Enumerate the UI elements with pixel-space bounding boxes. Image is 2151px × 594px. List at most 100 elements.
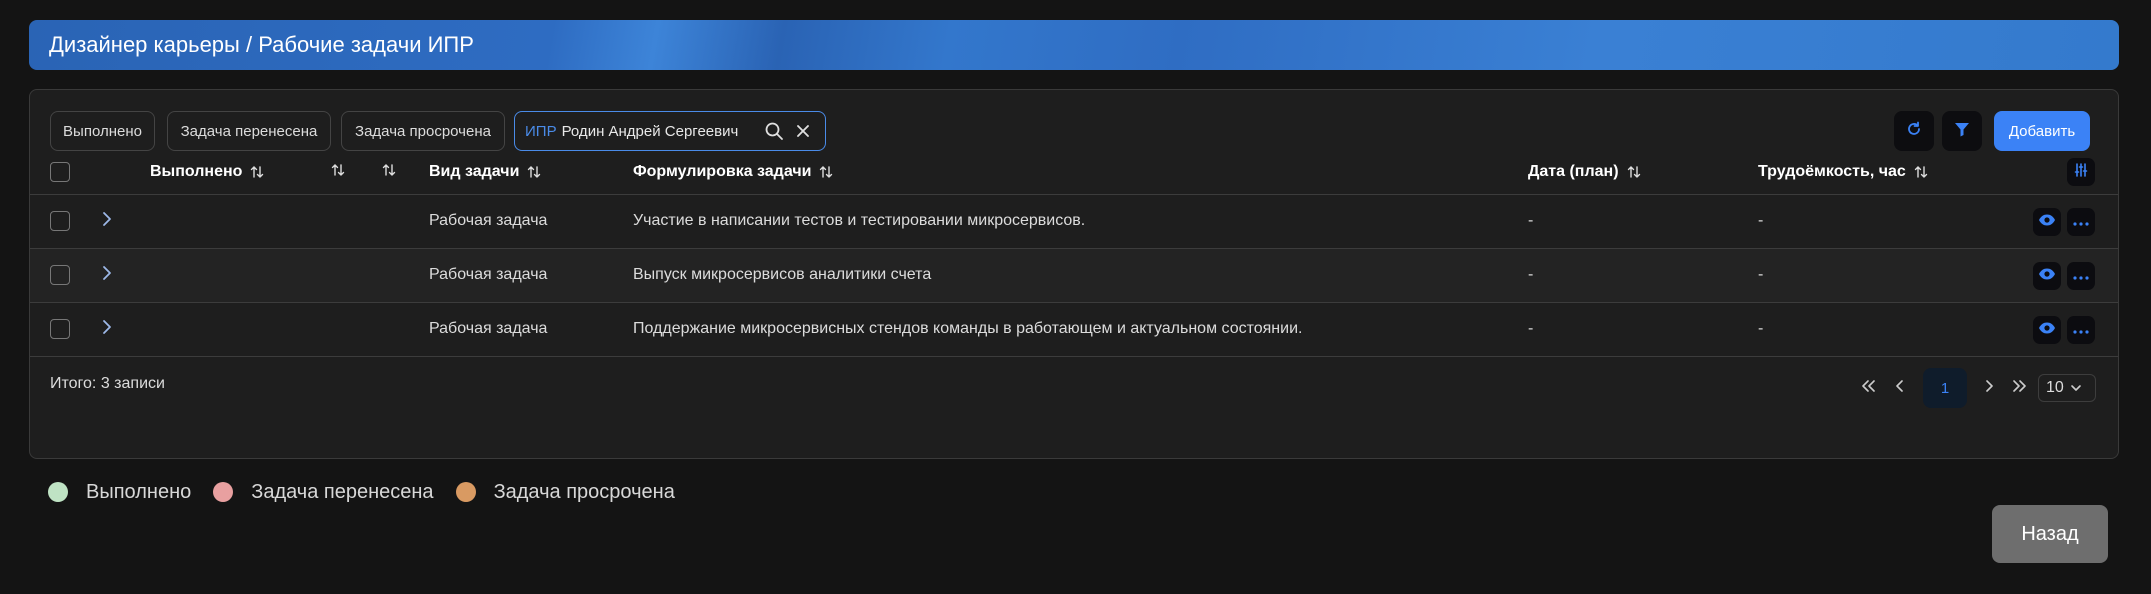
sort-icon[interactable] <box>819 165 833 179</box>
column-done[interactable]: Выполнено <box>150 163 264 181</box>
legend-item-postponed: Задача перенесена <box>213 480 434 504</box>
legend-item-done: Выполнено <box>48 481 191 504</box>
filter-button[interactable] <box>1942 111 1982 151</box>
first-page-button[interactable] <box>1856 368 1880 408</box>
legend-label-postponed: Задача перенесена <box>251 480 434 503</box>
status-legend: Выполнено Задача перенесена Задача проср… <box>48 480 697 504</box>
add-button[interactable]: Добавить <box>1994 111 2090 151</box>
toolbar: Выполнено Задача перенесена Задача проср… <box>50 111 2090 151</box>
legend-label-done: Выполнено <box>86 480 192 503</box>
columns-settings-icon <box>2073 162 2089 183</box>
eye-icon <box>2038 267 2056 286</box>
prev-page-button[interactable] <box>1890 368 1910 408</box>
view-button[interactable] <box>2033 262 2061 290</box>
sort-icon[interactable] <box>331 163 345 177</box>
column-type-label: Вид задачи <box>429 163 520 180</box>
ipr-filter[interactable]: ИПР Родин Андрей Сергеевич <box>514 111 826 151</box>
cell-wording: Участие в написании тестов и тестировани… <box>633 212 1086 229</box>
cell-effort: - <box>1758 320 1764 337</box>
next-page-button[interactable] <box>1979 368 1999 408</box>
sort-icon[interactable] <box>250 165 264 179</box>
sort-icon[interactable] <box>382 163 396 177</box>
more-button[interactable] <box>2067 208 2095 236</box>
cell-type: Рабочая задача <box>429 212 548 229</box>
cell-wording: Поддержание микросервисных стендов коман… <box>633 320 1303 337</box>
ipr-filter-key: ИПР <box>525 122 557 140</box>
view-button[interactable] <box>2033 208 2061 236</box>
filter-icon <box>1953 120 1971 143</box>
page-header: Дизайнер карьеры / Рабочие задачи ИПР <box>29 20 2119 70</box>
legend-item-overdue: Задача просрочена <box>455 480 675 504</box>
view-button[interactable] <box>2033 316 2061 344</box>
more-icon <box>2073 213 2089 231</box>
sort-icon[interactable] <box>1627 165 1641 179</box>
chip-overdue[interactable]: Задача просрочена <box>341 111 505 151</box>
cell-date: - <box>1528 212 1534 229</box>
cell-type: Рабочая задача <box>429 266 548 283</box>
refresh-icon <box>1905 120 1923 143</box>
chevron-right-icon[interactable] <box>99 317 115 337</box>
legend-dot-done <box>48 482 68 502</box>
total-count: Итого: 3 записи <box>50 375 165 392</box>
chevron-right-icon <box>1984 379 1994 398</box>
back-button[interactable]: Назад <box>1992 505 2108 563</box>
column-date-label: Дата (план) <box>1528 163 1619 180</box>
cell-wording: Выпуск микросервисов аналитики счета <box>633 266 932 283</box>
legend-label-overdue: Задача просрочена <box>493 480 675 503</box>
column-wording[interactable]: Формулировка задачи <box>633 163 833 181</box>
chip-postponed-label: Задача перенесена <box>180 122 318 140</box>
search-icon[interactable] <box>763 120 785 142</box>
eye-icon <box>2038 213 2056 232</box>
more-button[interactable] <box>2067 316 2095 344</box>
more-icon <box>2073 267 2089 285</box>
legend-dot-overdue <box>455 482 476 502</box>
chevron-right-icon[interactable] <box>99 209 115 229</box>
column-type[interactable]: Вид задачи <box>429 163 541 181</box>
close-icon[interactable] <box>792 120 814 142</box>
sort-icon[interactable] <box>527 165 541 179</box>
chevrons-right-icon <box>2012 379 2028 398</box>
page-size-value: 10 <box>2046 379 2064 396</box>
table-row[interactable]: Рабочая задача Поддержание микросервисны… <box>30 303 2118 357</box>
table-header: Выполнено Вид задачи Формулировка задачи… <box>30 150 2118 195</box>
last-page-button[interactable] <box>2008 368 2032 408</box>
select-all-checkbox[interactable] <box>50 162 70 182</box>
chevron-left-icon <box>1895 379 1905 398</box>
page-button-current[interactable]: 1 <box>1923 368 1967 408</box>
column-date[interactable]: Дата (план) <box>1528 163 1641 181</box>
row-checkbox[interactable] <box>50 211 70 231</box>
cell-type: Рабочая задача <box>429 320 548 337</box>
table-row[interactable]: Рабочая задача Выпуск микросервисов анал… <box>30 249 2118 303</box>
table-row[interactable]: Рабочая задача Участие в написании тесто… <box>30 195 2118 249</box>
chip-done-label: Выполнено <box>63 122 142 140</box>
cell-effort: - <box>1758 266 1764 283</box>
column-wording-label: Формулировка задачи <box>633 163 812 180</box>
chevron-right-icon[interactable] <box>99 263 115 283</box>
column-done-label: Выполнено <box>150 163 243 180</box>
row-checkbox[interactable] <box>50 319 70 339</box>
chip-overdue-label: Задача просрочена <box>355 122 491 140</box>
legend-dot-postponed <box>213 482 234 502</box>
columns-settings-button[interactable] <box>2067 158 2095 186</box>
column-effort[interactable]: Трудоёмкость, час <box>1758 163 1928 181</box>
cell-date: - <box>1528 266 1534 283</box>
table-footer: Итого: 3 записи 1 10 <box>30 353 2118 459</box>
cell-date: - <box>1528 320 1534 337</box>
chip-done[interactable]: Выполнено <box>50 111 155 151</box>
column-unnamed-2[interactable] <box>382 163 396 177</box>
chip-postponed[interactable]: Задача перенесена <box>167 111 331 151</box>
cell-effort: - <box>1758 212 1764 229</box>
refresh-button[interactable] <box>1894 111 1934 151</box>
row-checkbox[interactable] <box>50 265 70 285</box>
eye-icon <box>2038 321 2056 340</box>
tasks-panel: Выполнено Задача перенесена Задача проср… <box>29 89 2119 459</box>
more-icon <box>2073 321 2089 339</box>
page-size-select[interactable]: 10 <box>2038 374 2096 402</box>
page-title: Дизайнер карьеры / Рабочие задачи ИПР <box>49 32 474 57</box>
ipr-filter-value: Родин Андрей Сергеевич <box>561 122 739 140</box>
column-effort-label: Трудоёмкость, час <box>1758 163 1906 180</box>
more-button[interactable] <box>2067 262 2095 290</box>
sort-icon[interactable] <box>1914 165 1928 179</box>
chevron-down-icon <box>2070 384 2082 392</box>
column-unnamed-1[interactable] <box>331 163 345 177</box>
